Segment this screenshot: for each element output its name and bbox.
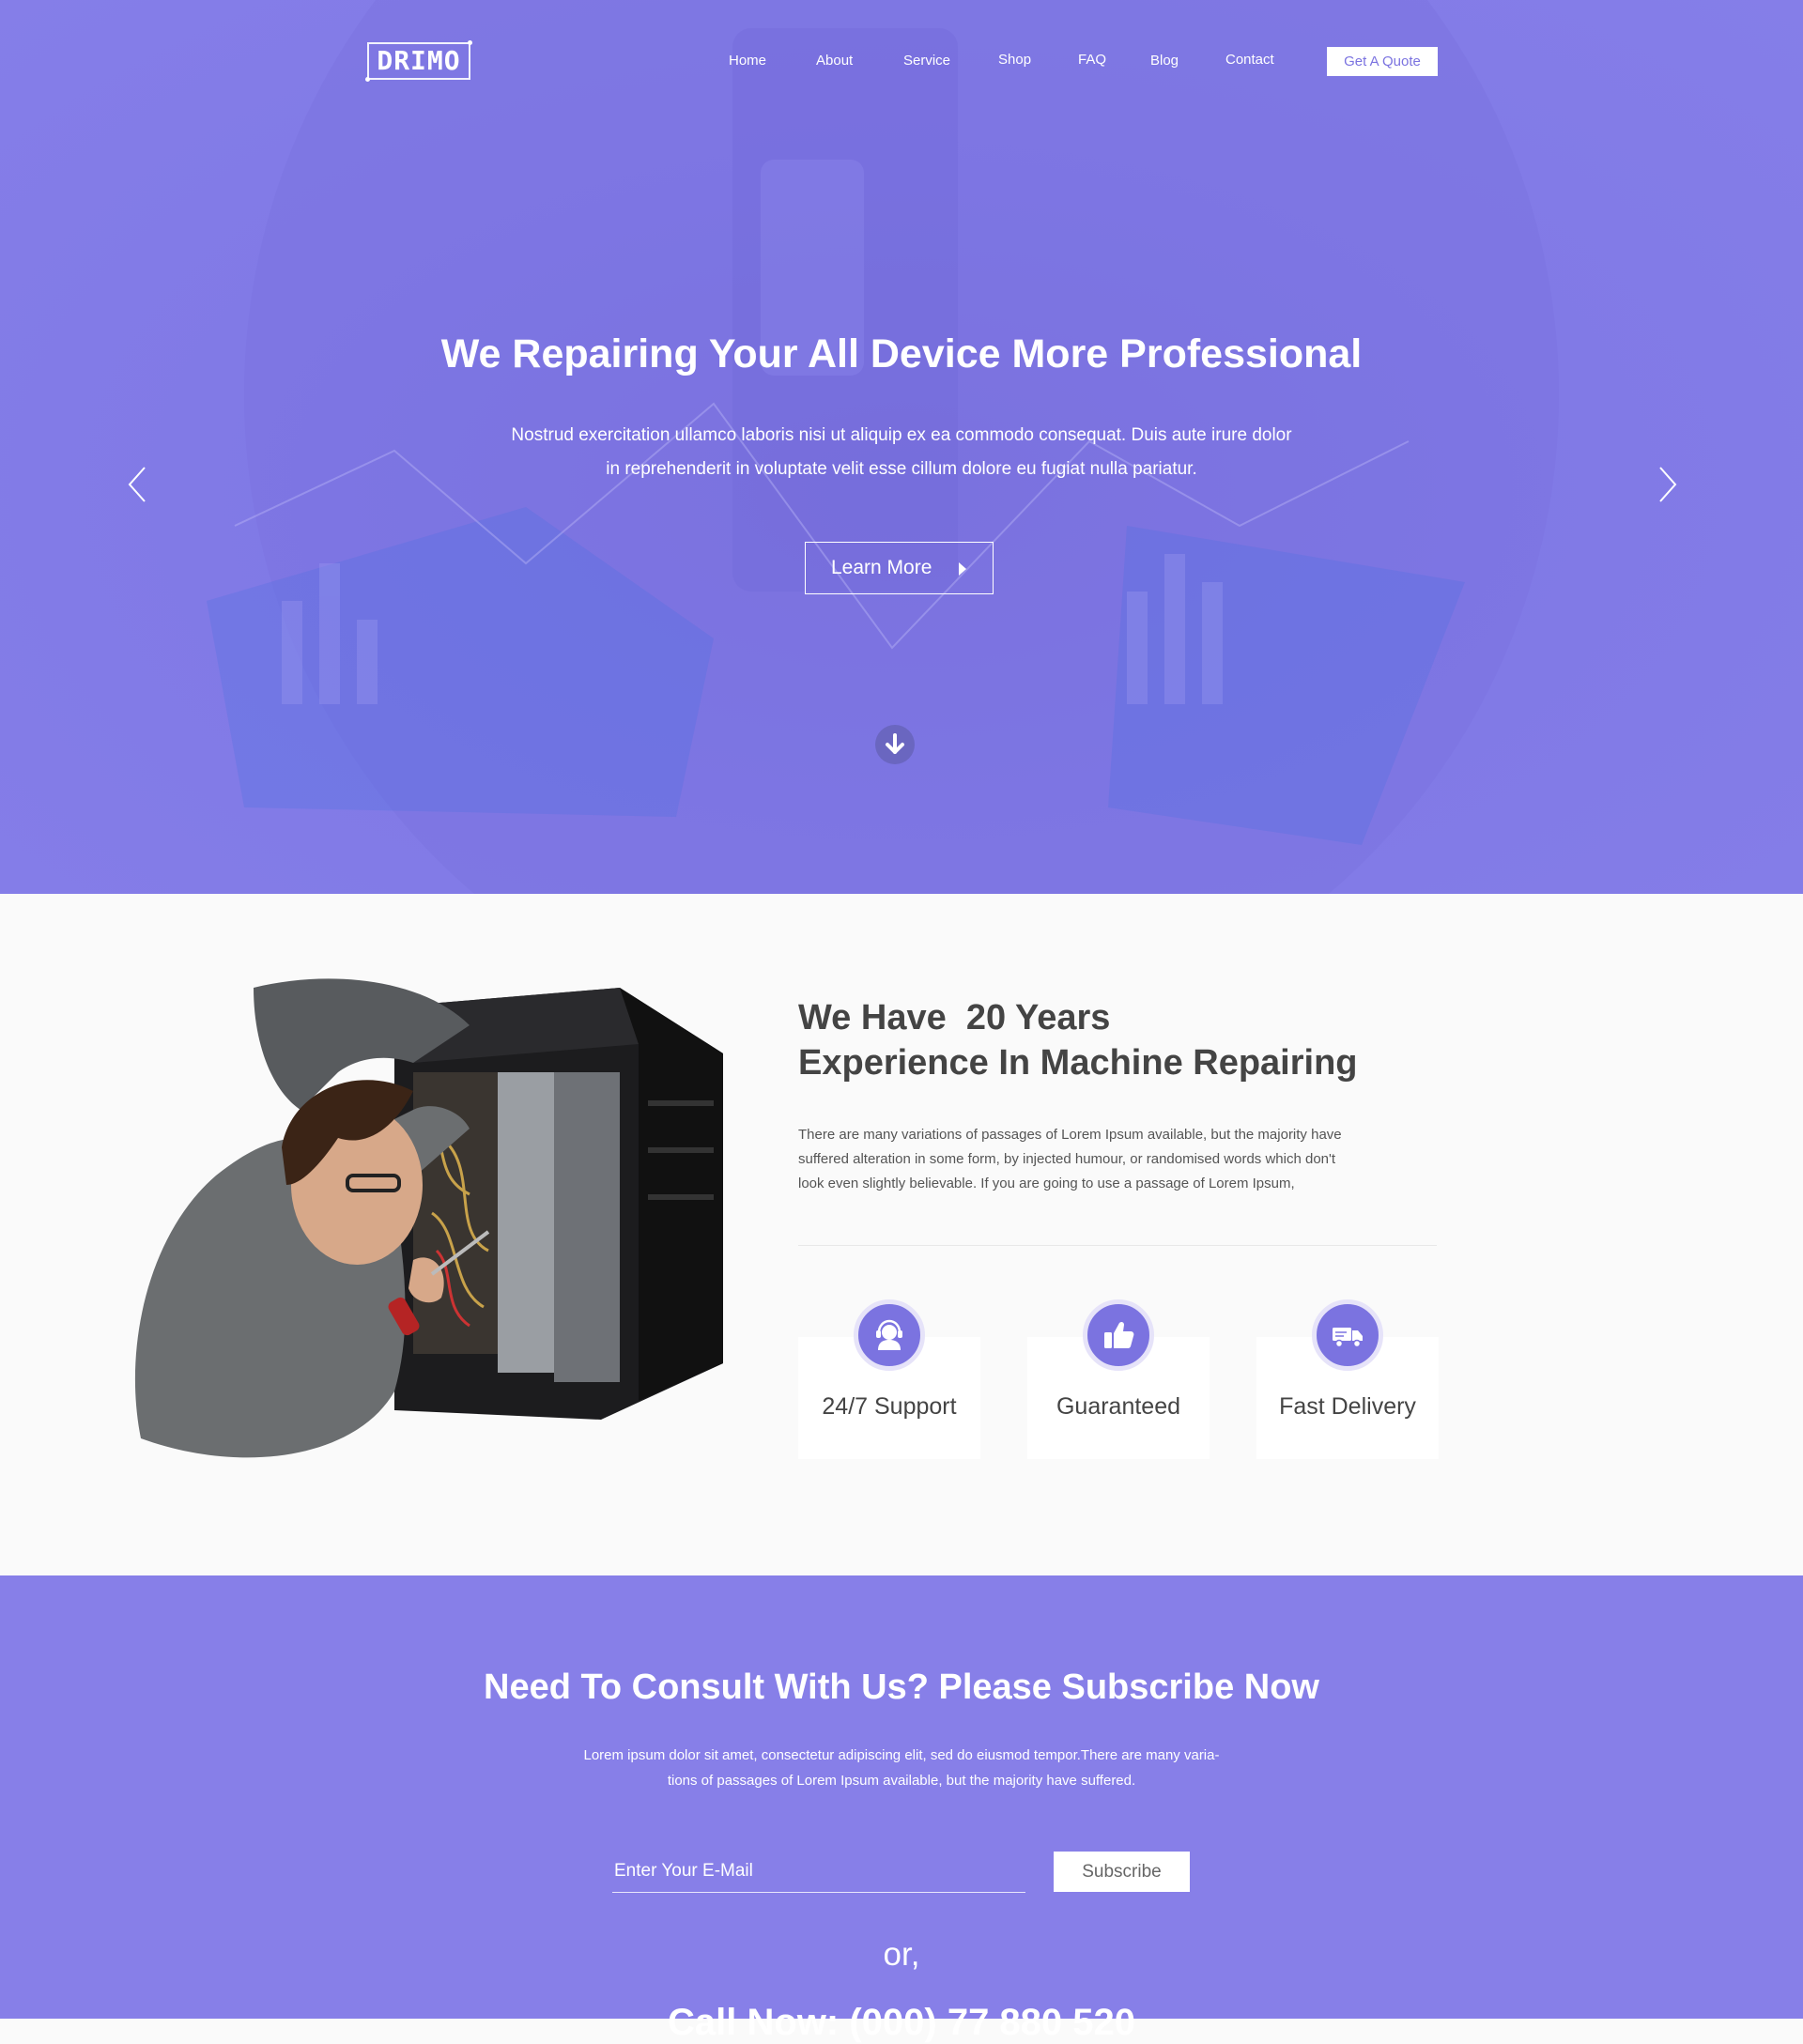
slider-next-arrow-icon[interactable] <box>1653 466 1681 503</box>
about-title-line: We Have 20 Years <box>798 998 1111 1037</box>
technician-repairing-computer-image <box>134 978 723 1458</box>
delivery-truck-icon <box>1333 1328 1363 1348</box>
feature-card-support: 24/7 Support <box>798 1299 980 1459</box>
section-divider <box>798 1245 1437 1246</box>
feature-label: Fast Delivery <box>1279 1393 1416 1420</box>
get-quote-button[interactable]: Get A Quote <box>1327 47 1438 76</box>
feature-card-delivery: Fast Delivery <box>1256 1299 1439 1459</box>
learn-more-button[interactable]: Learn More <box>805 542 994 594</box>
email-input[interactable] <box>612 1850 1025 1893</box>
subscribe-description: Lorem ipsum dolor sit amet, consectetur … <box>554 1743 1249 1793</box>
nav-faq[interactable]: FAQ <box>1078 52 1106 68</box>
subscribe-description-line: Lorem ipsum dolor sit amet, consectetur … <box>583 1747 1220 1763</box>
nav-contact[interactable]: Contact <box>1225 52 1274 68</box>
about-title: We Have 20 Years Experience In Machine R… <box>798 995 1456 1085</box>
nav-service[interactable]: Service <box>903 53 950 69</box>
learn-more-label: Learn More <box>831 557 932 578</box>
nav-shop[interactable]: Shop <box>998 52 1031 68</box>
feature-card-guaranteed: Guaranteed <box>1027 1299 1210 1459</box>
about-description-line: look even slightly believable. If you ar… <box>798 1176 1295 1191</box>
slider-prev-arrow-icon[interactable] <box>124 466 152 503</box>
caret-right-icon <box>959 562 966 576</box>
hero-description-line: Nostrud exercitation ullamco laboris nis… <box>511 425 1292 445</box>
hero-description: Nostrud exercitation ullamco laboris nis… <box>451 419 1352 486</box>
thumbs-up-icon <box>1104 1321 1134 1348</box>
hero-title: We Repairing Your All Device More Profes… <box>440 331 1363 377</box>
call-now-phone[interactable]: Call Now: (000) 77 880 520 <box>0 2002 1803 2044</box>
about-title-line: Experience In Machine Repairing <box>798 1043 1358 1083</box>
hero-section: DRIMO Home About Service Shop FAQ Blog C… <box>0 0 1803 894</box>
subscribe-button[interactable]: Subscribe <box>1054 1852 1190 1892</box>
arrow-down-icon <box>886 733 904 754</box>
nav-blog[interactable]: Blog <box>1150 53 1179 69</box>
headset-icon <box>876 1319 902 1350</box>
feature-icon-badge <box>1083 1299 1154 1371</box>
subscribe-section: Need To Consult With Us? Please Subscrib… <box>0 1575 1803 2043</box>
nav-home[interactable]: Home <box>729 53 766 69</box>
nav-about[interactable]: About <box>816 53 853 69</box>
feature-icon-badge <box>854 1299 925 1371</box>
feature-icon-badge <box>1312 1299 1383 1371</box>
subscribe-description-line: tions of passages of Lorem Ipsum availab… <box>667 1773 1136 1789</box>
about-section: We Have 20 Years Experience In Machine R… <box>0 894 1803 1575</box>
or-separator-text: or, <box>883 1936 920 1973</box>
about-description: There are many variations of passages of… <box>798 1123 1399 1196</box>
main-nav: Home About Service Shop FAQ Blog Contact <box>0 47 1803 75</box>
subscribe-title: Need To Consult With Us? Please Subscrib… <box>484 1667 1319 1707</box>
scroll-down-button[interactable] <box>875 725 915 764</box>
feature-label: Guaranteed <box>1056 1393 1181 1420</box>
about-description-line: suffered alteration in some form, by inj… <box>798 1151 1336 1167</box>
feature-label: 24/7 Support <box>822 1393 957 1420</box>
hero-description-line: in reprehenderit in voluptate velit esse… <box>606 459 1197 479</box>
about-description-line: There are many variations of passages of… <box>798 1127 1342 1143</box>
